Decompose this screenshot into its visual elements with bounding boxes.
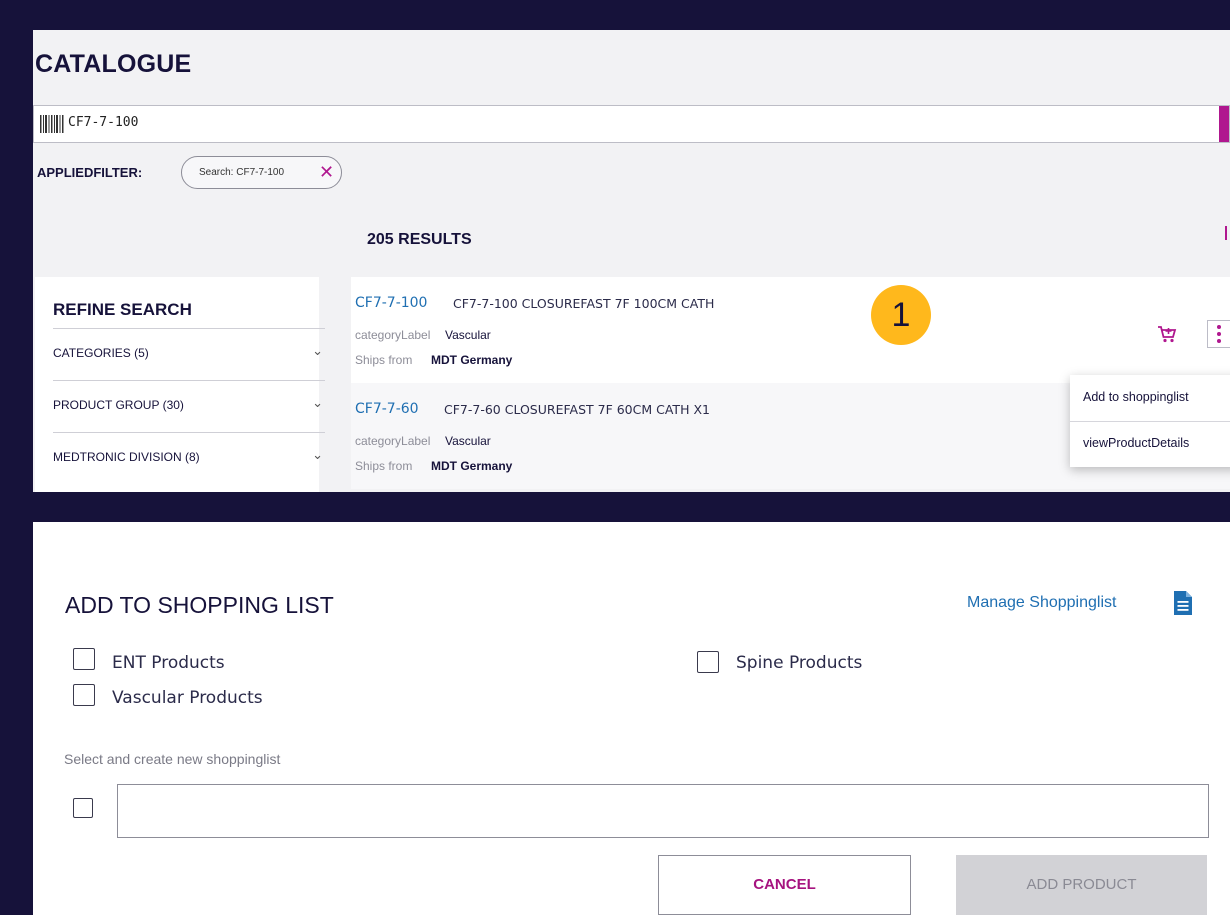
remove-filter-icon[interactable]: ✕ [319, 162, 334, 182]
ships-from-label: Ships from [355, 459, 413, 473]
cart-icon[interactable] [1157, 325, 1177, 343]
add-product-button[interactable]: ADD PRODUCT [956, 855, 1207, 915]
barcode-icon [40, 115, 64, 133]
document-icon[interactable] [1174, 591, 1192, 615]
category-value: Vascular [445, 434, 491, 448]
list-label-ent-products: ENT Products [112, 653, 225, 673]
cancel-button[interactable]: CANCEL [658, 855, 911, 915]
category-value: Vascular [445, 328, 491, 342]
checkbox-ent-products[interactable] [73, 648, 95, 670]
list-label-spine-products: Spine Products [736, 653, 863, 673]
category-label: categoryLabel [355, 434, 431, 448]
facet-label: PRODUCT GROUP (30) [53, 398, 184, 412]
filter-chip-text: Search: CF7-7-100 [199, 167, 285, 178]
add-to-shopping-list-dialog: ADD TO SHOPPING LIST Manage Shoppinglist… [33, 522, 1230, 915]
menu-divider [1070, 421, 1230, 422]
context-menu: Add to shoppinglist viewProductDetails [1070, 375, 1230, 467]
menu-item-add-to-shoppinglist[interactable]: Add to shoppinglist [1083, 390, 1189, 404]
facet-product-group[interactable]: PRODUCT GROUP (30) ⌄ [53, 380, 325, 432]
refine-search-title: REFINE SEARCH [53, 300, 192, 319]
more-options-button[interactable] [1207, 320, 1230, 348]
chevron-down-icon: ⌄ [312, 343, 323, 358]
facet-label: MEDTRONIC DIVISION (8) [53, 450, 200, 464]
applied-filter-label: APPLIEDFILTER: [37, 165, 143, 180]
product-code-link[interactable]: CF7-7-100 [355, 295, 427, 311]
ships-from-value: MDT Germany [431, 353, 513, 367]
checkbox-vascular-products[interactable] [73, 684, 95, 706]
page-title: CATALOGUE [35, 50, 192, 78]
facet-medtronic-division[interactable]: MEDTRONIC DIVISION (8) ⌄ [53, 432, 325, 484]
product-description: CF7-7-60 CLOSUREFAST 7F 60CM CATH X1 [444, 402, 710, 417]
step-badge: 1 [871, 285, 931, 345]
search-submit-button[interactable] [1219, 106, 1229, 142]
category-label: categoryLabel [355, 328, 431, 342]
new-list-name-input[interactable] [117, 784, 1209, 838]
product-code-link[interactable]: CF7-7-60 [355, 401, 419, 417]
facet-label: CATEGORIES (5) [53, 346, 149, 360]
new-list-hint: Select and create new shoppinglist [64, 751, 281, 767]
sort-control[interactable] [1225, 226, 1230, 240]
menu-item-view-product-details[interactable]: viewProductDetails [1083, 436, 1189, 450]
chevron-down-icon: ⌄ [312, 447, 323, 462]
chevron-down-icon: ⌄ [312, 395, 323, 410]
facet-categories[interactable]: CATEGORIES (5) ⌄ [53, 328, 325, 380]
more-vertical-icon [1217, 325, 1221, 345]
search-value: CF7-7-100 [68, 115, 139, 130]
ships-from-label: Ships from [355, 353, 413, 367]
checkbox-new-list[interactable] [73, 798, 93, 818]
refine-search-panel: REFINE SEARCH CATEGORIES (5) ⌄ PRODUCT G… [35, 277, 325, 492]
list-label-vascular-products: Vascular Products [112, 688, 263, 708]
checkbox-spine-products[interactable] [697, 651, 719, 673]
search-input[interactable]: CF7-7-100 [33, 105, 1230, 143]
product-description: CF7-7-100 CLOSUREFAST 7F 100CM CATH [453, 296, 715, 311]
ships-from-value: MDT Germany [431, 459, 513, 473]
filter-chip: Search: CF7-7-100 ✕ [181, 156, 342, 189]
result-item: CF7-7-100 CF7-7-100 CLOSUREFAST 7F 100CM… [351, 277, 1230, 383]
results-count: 205 RESULTS [367, 231, 472, 248]
manage-shoppinglist-link[interactable]: Manage Shoppinglist [967, 594, 1116, 612]
catalogue-panel: CATALOGUE CF7-7-100 APPLIEDFILTER: Searc… [33, 30, 1230, 492]
dialog-title: ADD TO SHOPPING LIST [65, 592, 334, 618]
